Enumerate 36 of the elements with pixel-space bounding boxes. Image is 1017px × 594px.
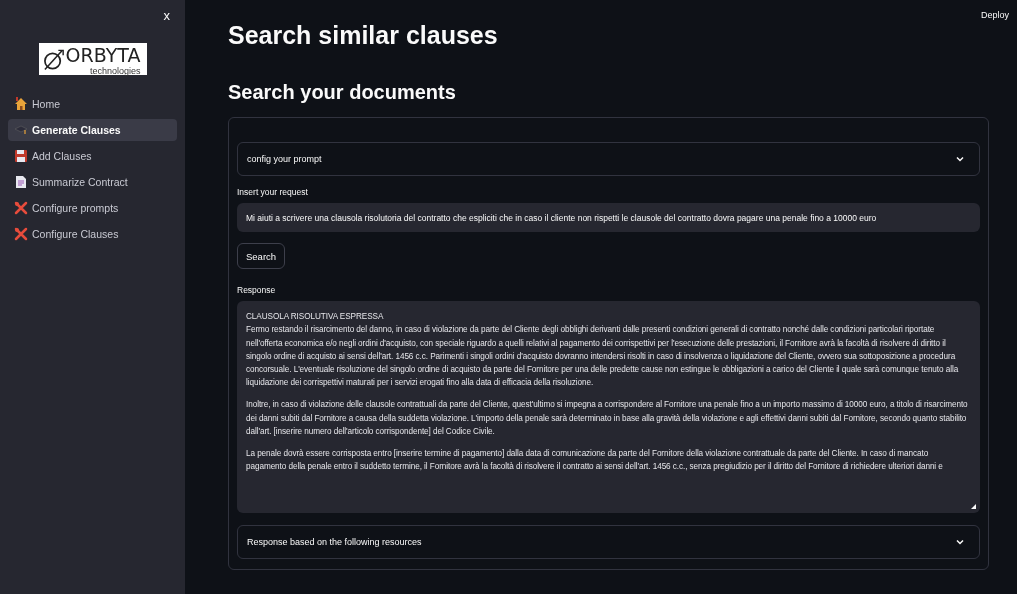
request-input-field[interactable]: Mi aiuti a scrivere una clausola risolutoria del contratto che espliciti che in caso il cliente non rispetti le clausole del contratto dovra pagare una penale fino a 10000 euro xyxy=(237,203,980,232)
nav-item[interactable]: Generate Clauses xyxy=(8,119,177,141)
nav-item[interactable]: Configure Clauses xyxy=(8,223,177,245)
nav-label: Summarize Contract xyxy=(32,176,128,188)
nav-label: Configure Clauses xyxy=(32,228,119,240)
expander-header[interactable]: Response based on the following resources xyxy=(237,525,980,559)
resize-handle-icon[interactable] xyxy=(971,504,976,509)
expander-label: Response based on the following resources xyxy=(247,537,422,547)
graduation-cap-icon xyxy=(14,123,28,137)
logo-tagline: technologies xyxy=(89,65,141,76)
search-button[interactable]: Search xyxy=(237,243,286,269)
response-paragraph: Inoltre, in caso di violazione delle clausole contrattuali da parte del Cliente, quest'ultimo si impegna a corrispondere al Fornitore una penale fino a un importo massimo di 10000 euro, a titolo di risarcimento dei danni subiti dal Fornitore a causa della suddetta violazione. L'importo della penale sarà determinato in base alla gravità della violazione e agli effettivi danni subiti dal Fornitore, secondo quanto stabilito dall'art. [inserire numero dell'articolo corrispondente] del Codice Civile. xyxy=(246,399,969,439)
nav-label: Home xyxy=(32,98,60,110)
document-icon xyxy=(14,175,28,189)
nav-item[interactable]: Summarize Contract xyxy=(8,171,177,193)
nav-label: Configure prompts xyxy=(32,202,119,214)
deploy-button[interactable]: Deploy xyxy=(981,10,1009,20)
close-button[interactable]: x xyxy=(160,8,173,23)
response-text-area[interactable] xyxy=(237,301,980,513)
expander-label: config your prompt xyxy=(247,154,322,164)
nav-item[interactable]: Add Clauses xyxy=(8,145,177,167)
response-paragraph: CLAUSOLA RISOLUTIVA ESPRESSA Fermo restando il risarcimento del danno, in caso di violazione da parte del Cliente degli obblighi derivanti dalle presenti condizioni generali di contratto nonché dalle condizioni particolari riportate nell'offerta economica e/o negli ordini d'acquisto, con speciale riguardo a quelli relativi al pagamento dei corrispettivi per l'esecuzione delle prestazioni, il Fornitore avrà la facoltà di risolvere di diritto il singolo ordine di acquisto ai sensi dell'art. 1456 c.c. Parimenti i singoli ordini d'acquisto dovranno intendersi risolti in caso di insolvenza o liquidazione del Cliente, ovvero sua sottoposizione a procedura concorsuale. L'eventuale risoluzione del singolo ordine di acquisto da parte del Fornitore per una delle predette cause non estingue le obbligazioni a carico del Cliente il quale sarà comunque tenuto alla liquidazione dei corrispettivi maturati per i servizi erogati fino alla data di efficacia della risoluzione. xyxy=(246,311,960,390)
nav-label: Generate Clauses xyxy=(32,124,121,136)
nav-item[interactable]: Home xyxy=(8,93,177,115)
chevron-down-icon xyxy=(955,154,965,164)
expander-header[interactable]: config your prompt xyxy=(237,142,980,176)
orbit-logo-icon xyxy=(42,47,64,72)
section-title: Search your documents xyxy=(228,80,457,105)
chevron-down-icon xyxy=(955,537,965,547)
house-icon xyxy=(14,97,28,111)
field-label: Response xyxy=(237,285,277,295)
logo-name: ORBYTA xyxy=(65,43,141,66)
response-paragraph: La penale dovrà essere corrisposta entro [inserire termine di pagamento] dalla data di comunicazione da parte del Fornitore della violazione contrattuale da parte del Cliente. In caso di mancato pagamento della penale entro il suddetto termine, il Fornitore avrà la facoltà di risolvere il contratto ai sensi dell'art. 1456 c.c., senza pregiudizio per il diritto del Fornitore di richiedere ulteriori danni e xyxy=(246,448,944,474)
nav-label: Add Clauses xyxy=(32,150,92,162)
field-label: Insert your request xyxy=(237,187,309,197)
nav-item[interactable]: Configure prompts xyxy=(8,197,177,219)
